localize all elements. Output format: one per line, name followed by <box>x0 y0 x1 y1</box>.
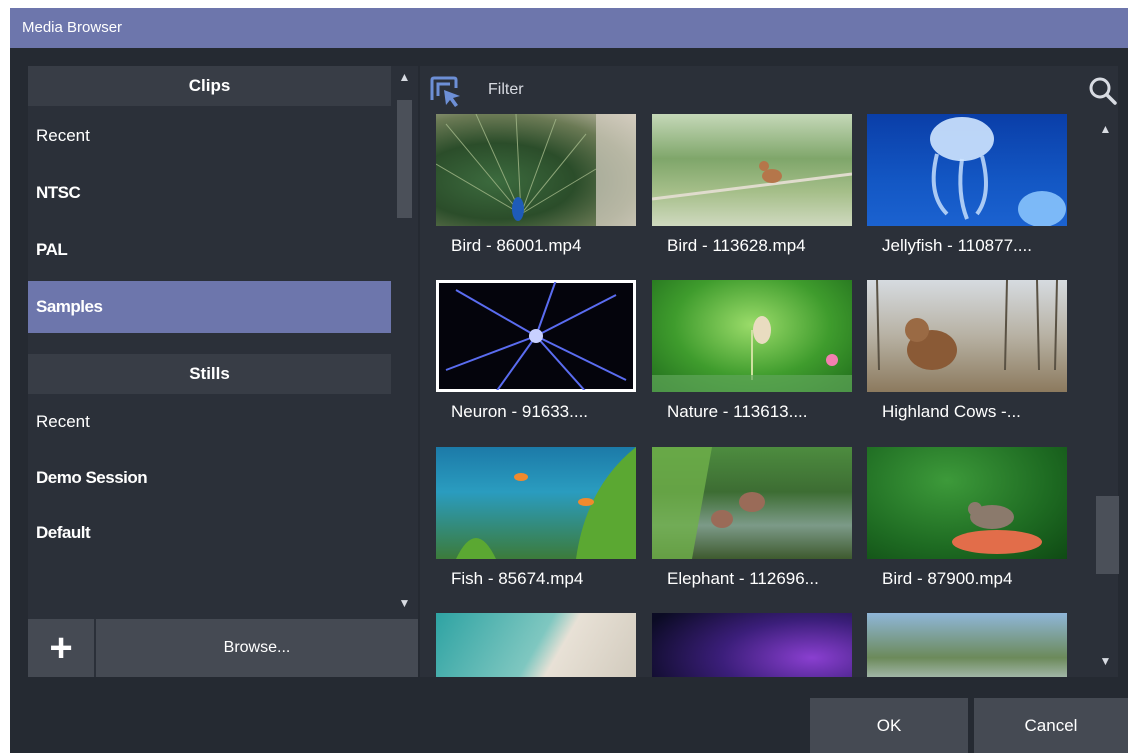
scroll-up-icon[interactable]: ▲ <box>1092 122 1119 136</box>
bird-branch-thumbnail <box>652 114 852 226</box>
tile-caption: Neuron - 91633.... <box>451 402 589 421</box>
scrollbar-thumb[interactable] <box>1096 496 1119 574</box>
library-panel: Clips Recent NTSC PAL Samples Stills Rec… <box>28 66 418 677</box>
cancel-button[interactable]: Cancel <box>974 698 1128 753</box>
browse-button[interactable]: Browse... <box>96 619 418 677</box>
jellyfish-thumbnail <box>867 114 1067 226</box>
media-tile[interactable] <box>867 613 1067 677</box>
stills-item-recent[interactable]: Recent <box>28 396 391 448</box>
fish-thumbnail <box>436 447 636 559</box>
ok-button[interactable]: OK <box>810 698 968 753</box>
clips-item-samples[interactable]: Samples <box>28 281 391 333</box>
scrollbar-thumb[interactable] <box>397 100 412 218</box>
media-tile[interactable]: Bird - 86001.mp4 <box>436 114 636 266</box>
clips-item-ntsc[interactable]: NTSC <box>28 167 391 219</box>
add-button[interactable]: + <box>28 619 94 677</box>
nature-thumbnail <box>652 280 852 392</box>
tile-caption: Fish - 85674.mp4 <box>451 569 584 588</box>
media-tile[interactable] <box>436 613 636 677</box>
tile-caption: Jellyfish - 110877.... <box>882 236 1032 255</box>
tile-caption: Elephant - 112696... <box>667 569 819 588</box>
scroll-up-icon[interactable]: ▲ <box>391 70 418 84</box>
scroll-down-icon[interactable]: ▼ <box>391 596 418 610</box>
media-grid-panel: Filter Bird - 86001.mp4 Bird - 113628.mp… <box>420 66 1119 677</box>
scroll-down-icon[interactable]: ▼ <box>1092 654 1119 668</box>
tile-caption: Nature - 113613.... <box>667 402 808 421</box>
tile-caption: Bird - 86001.mp4 <box>451 236 582 255</box>
media-tile[interactable]: Jellyfish - 110877.... <box>867 114 1067 266</box>
lake-thumbnail <box>867 613 1067 677</box>
stills-header: Stills <box>28 354 391 394</box>
clips-item-pal[interactable]: PAL <box>28 224 391 276</box>
thumbnail-grid: Bird - 86001.mp4 Bird - 113628.mp4 Jelly… <box>420 114 1090 677</box>
clips-item-recent[interactable]: Recent <box>28 110 391 162</box>
filter-label[interactable]: Filter <box>488 78 524 102</box>
bird-peacock-thumbnail <box>436 114 636 226</box>
select-filter-icon[interactable] <box>428 74 464 110</box>
search-icon[interactable] <box>1088 76 1118 106</box>
beach-thumbnail <box>436 613 636 677</box>
media-tile-selected[interactable]: Neuron - 91633.... <box>436 280 636 432</box>
stills-item-default[interactable]: Default <box>28 507 391 559</box>
media-tile[interactable]: Fish - 85674.mp4 <box>436 447 636 599</box>
elephant-thumbnail <box>652 447 852 559</box>
clips-header: Clips <box>28 66 391 106</box>
media-tile[interactable]: Nature - 113613.... <box>652 280 852 432</box>
space-thumbnail <box>652 613 852 677</box>
media-tile[interactable] <box>652 613 852 677</box>
tile-caption: Highland Cows -... <box>882 402 1021 421</box>
media-tile[interactable]: Bird - 113628.mp4 <box>652 114 852 266</box>
grid-scrollbar[interactable]: ▲ ▼ <box>1092 114 1119 677</box>
bird-feeder-thumbnail <box>867 447 1067 559</box>
library-scrollbar[interactable]: ▲ ▼ <box>391 66 418 618</box>
stills-item-demo-session[interactable]: Demo Session <box>28 452 391 504</box>
neuron-thumbnail <box>436 280 636 392</box>
media-browser-window: Media Browser Clips Recent NTSC PAL Samp… <box>10 8 1128 753</box>
highland-cows-thumbnail <box>867 280 1067 392</box>
media-tile[interactable]: Elephant - 112696... <box>652 447 852 599</box>
media-tile[interactable]: Bird - 87900.mp4 <box>867 447 1067 599</box>
media-tile[interactable]: Highland Cows -... <box>867 280 1067 432</box>
tile-caption: Bird - 113628.mp4 <box>667 236 806 255</box>
tile-caption: Bird - 87900.mp4 <box>882 569 1013 588</box>
window-title: Media Browser <box>10 8 1128 48</box>
